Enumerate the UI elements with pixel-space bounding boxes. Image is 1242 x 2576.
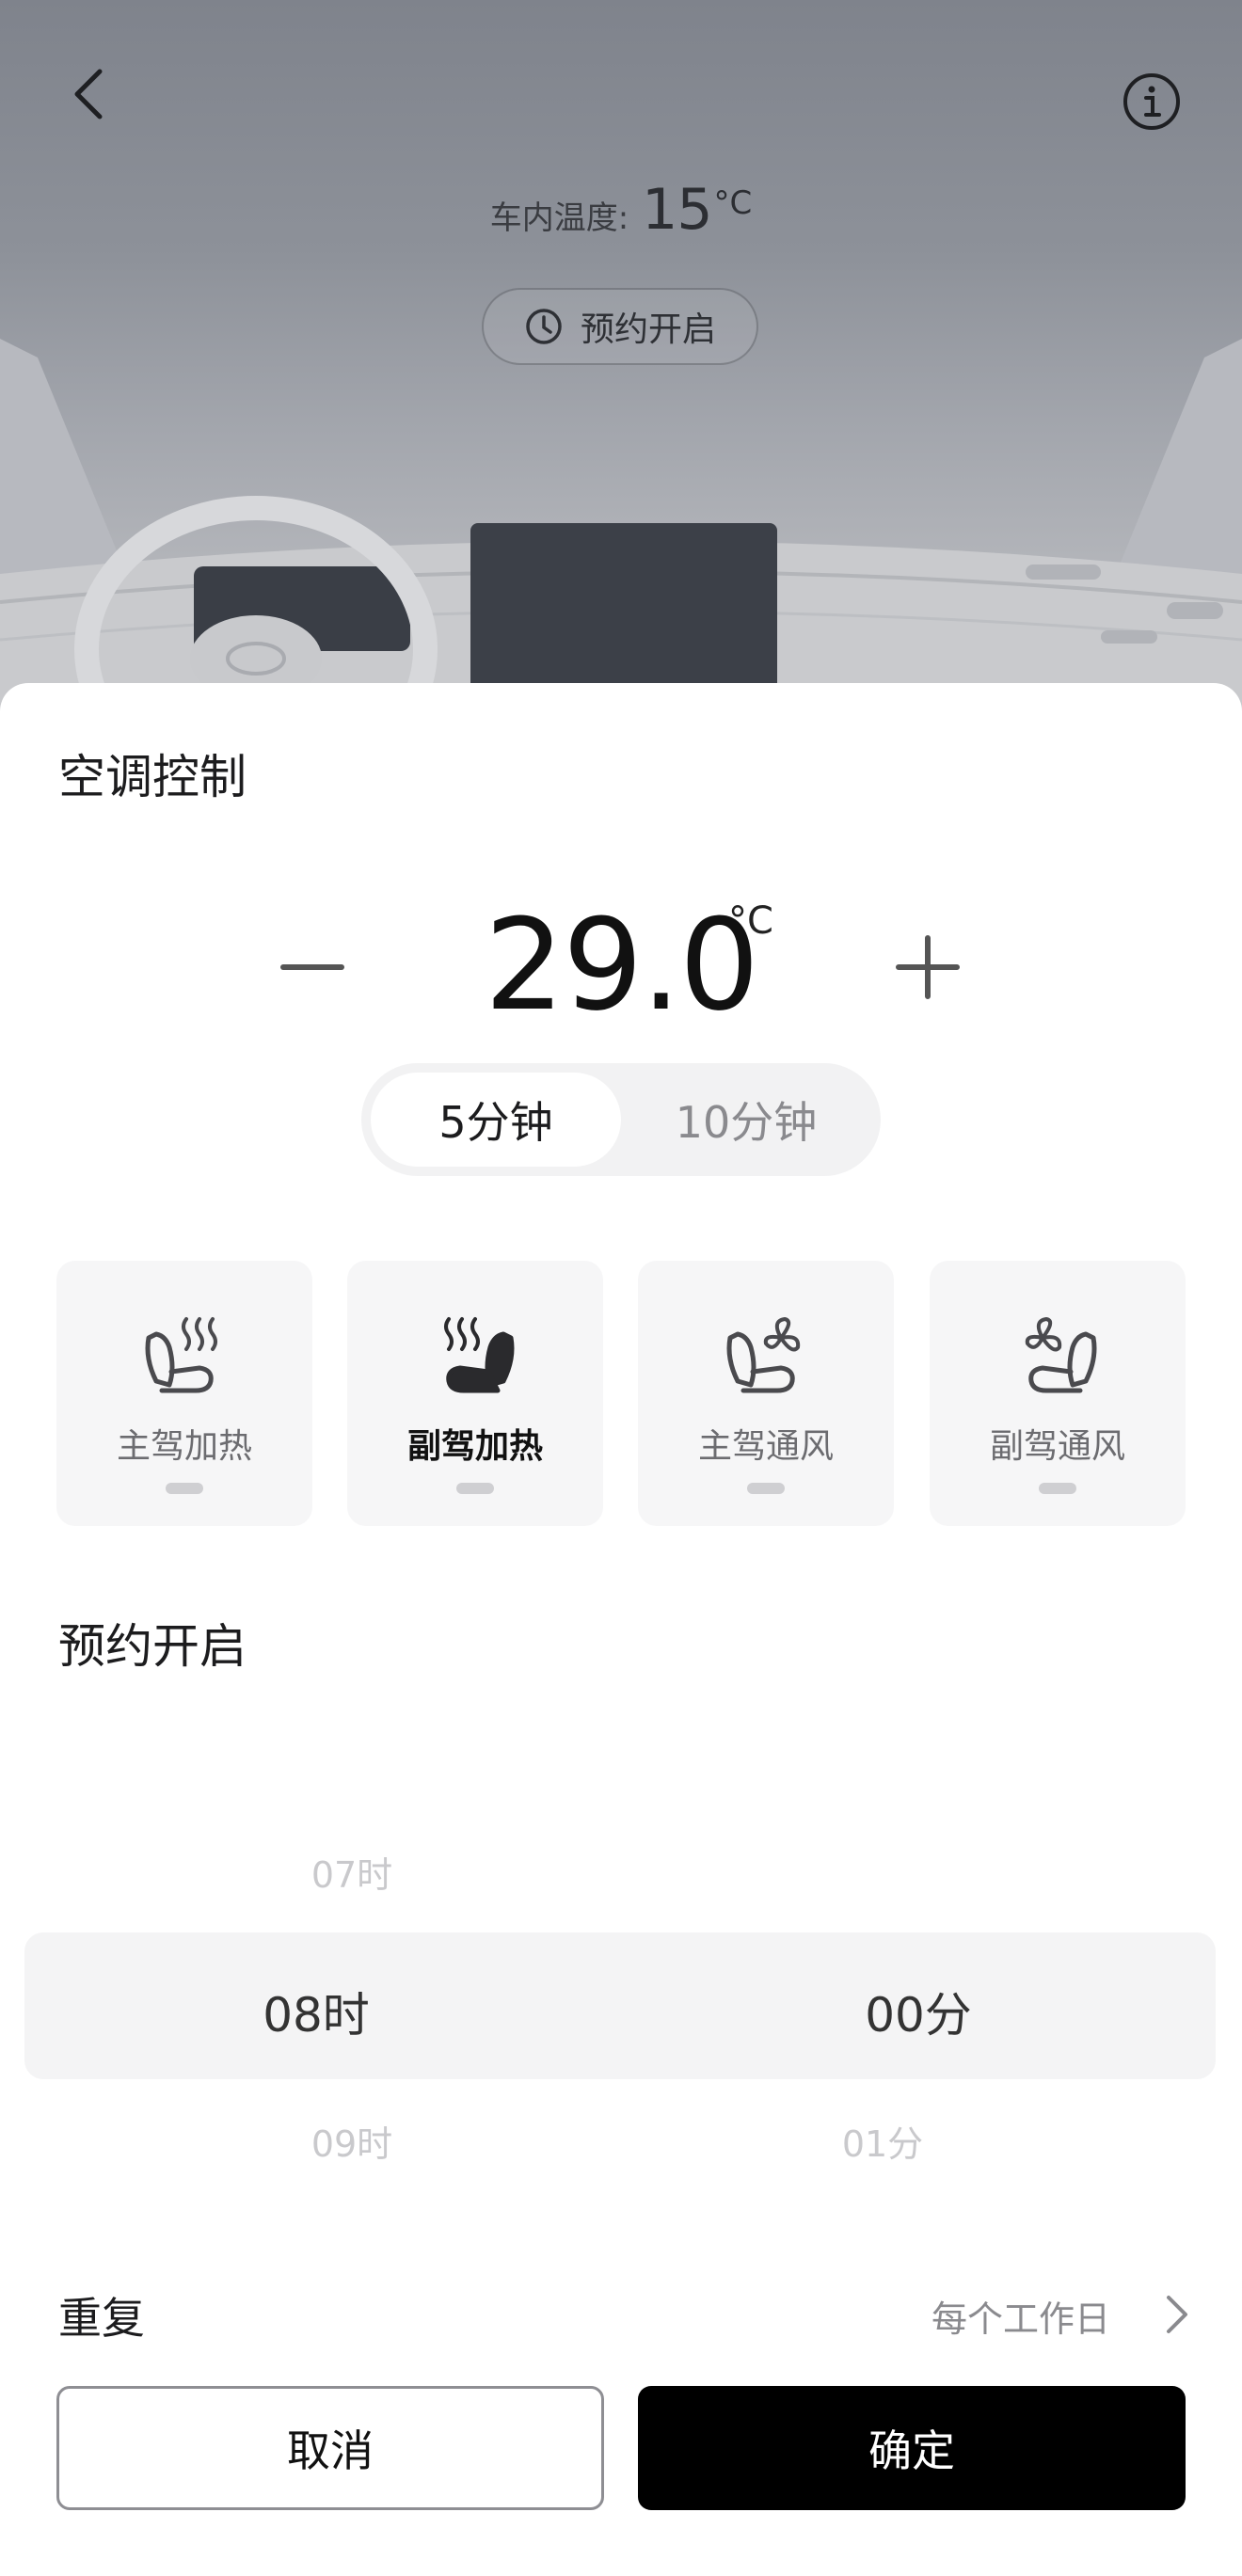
climate-schedule-screen: 车内温度: 15 °C 预约开启 空调控制 29.0 °C 5分钟 10分钟 主…: [0, 0, 1242, 2576]
car-interior-hero: 车内温度: 15 °C 预约开启: [0, 0, 1242, 715]
driver-seat-heat-level: [166, 1483, 203, 1494]
duration-option-10min[interactable]: 10分钟: [621, 1073, 871, 1167]
hour-selected[interactable]: 08时: [222, 1978, 410, 2045]
passenger-seat-vent-level: [1039, 1483, 1076, 1494]
hour-option-next[interactable]: 09时: [267, 2115, 437, 2167]
duration-segmented-control: 5分钟 10分钟: [361, 1063, 881, 1176]
climate-control-title: 空调控制: [58, 750, 247, 804]
driver-seat-vent-button[interactable]: 主驾通风: [638, 1261, 894, 1526]
temperature-control: 29.0 °C: [0, 871, 1242, 1059]
passenger-seat-heat-label: 副驾加热: [406, 1427, 543, 1466]
target-temperature-unit: °C: [728, 899, 773, 943]
cabin-temp-unit: °C: [713, 184, 753, 222]
target-temperature: 29.0: [484, 892, 759, 1039]
climate-bottom-sheet: 空调控制 29.0 °C 5分钟 10分钟 主驾加热 副驾加热 主驾通风 副驾通…: [0, 683, 1242, 2576]
info-icon: [1123, 73, 1180, 130]
time-picker-selection-band: [24, 1932, 1216, 2079]
duration-option-5min[interactable]: 5分钟: [371, 1073, 621, 1167]
minute-option-next[interactable]: 01分: [798, 2115, 967, 2167]
passenger-seat-vent-button[interactable]: 副驾通风: [930, 1261, 1186, 1526]
repeat-value: 每个工作日: [931, 2298, 1110, 2340]
back-button[interactable]: [53, 58, 124, 130]
hour-option-prev[interactable]: 07时: [267, 1846, 437, 1898]
schedule-title: 预约开启: [58, 1619, 247, 1674]
passenger-seat-heat-icon: [444, 1317, 515, 1393]
minute-selected[interactable]: 00分: [824, 1978, 1012, 2045]
cabin-temp-label: 车内温度:: [489, 199, 629, 237]
cabin-temp-value: 15: [642, 177, 712, 243]
driver-seat-heat-icon: [145, 1317, 217, 1393]
repeat-label: 重复: [58, 2293, 145, 2344]
cancel-button[interactable]: 取消: [56, 2386, 604, 2510]
passenger-seat-vent-icon: [1025, 1317, 1097, 1393]
passenger-seat-heat-level: [456, 1483, 494, 1494]
plus-icon: [896, 935, 960, 999]
chevron-right-icon: [1167, 2296, 1187, 2333]
info-button[interactable]: [1116, 66, 1187, 137]
passenger-seat-heat-button[interactable]: 副驾加热: [347, 1261, 603, 1526]
seat-controls: 主驾加热 副驾加热 主驾通风 副驾通风: [56, 1261, 1186, 1526]
schedule-start-label: 预约开启: [580, 310, 716, 349]
repeat-row[interactable]: 重复 每个工作日: [0, 2271, 1242, 2356]
driver-seat-vent-label: 主驾通风: [697, 1427, 834, 1466]
driver-seat-heat-label: 主驾加热: [116, 1427, 252, 1466]
passenger-seat-vent-label: 副驾通风: [989, 1427, 1125, 1466]
clock-icon: [526, 309, 562, 344]
schedule-start-button[interactable]: 预约开启: [482, 288, 758, 365]
confirm-button[interactable]: 确定: [638, 2386, 1186, 2510]
cabin-temperature: 车内温度: 15 °C: [0, 177, 1242, 243]
driver-seat-vent-icon: [726, 1317, 801, 1393]
driver-seat-vent-level: [747, 1483, 785, 1494]
driver-seat-heat-button[interactable]: 主驾加热: [56, 1261, 312, 1526]
temperature-increase-button[interactable]: [888, 928, 967, 1007]
chevron-left-icon: [74, 69, 103, 119]
